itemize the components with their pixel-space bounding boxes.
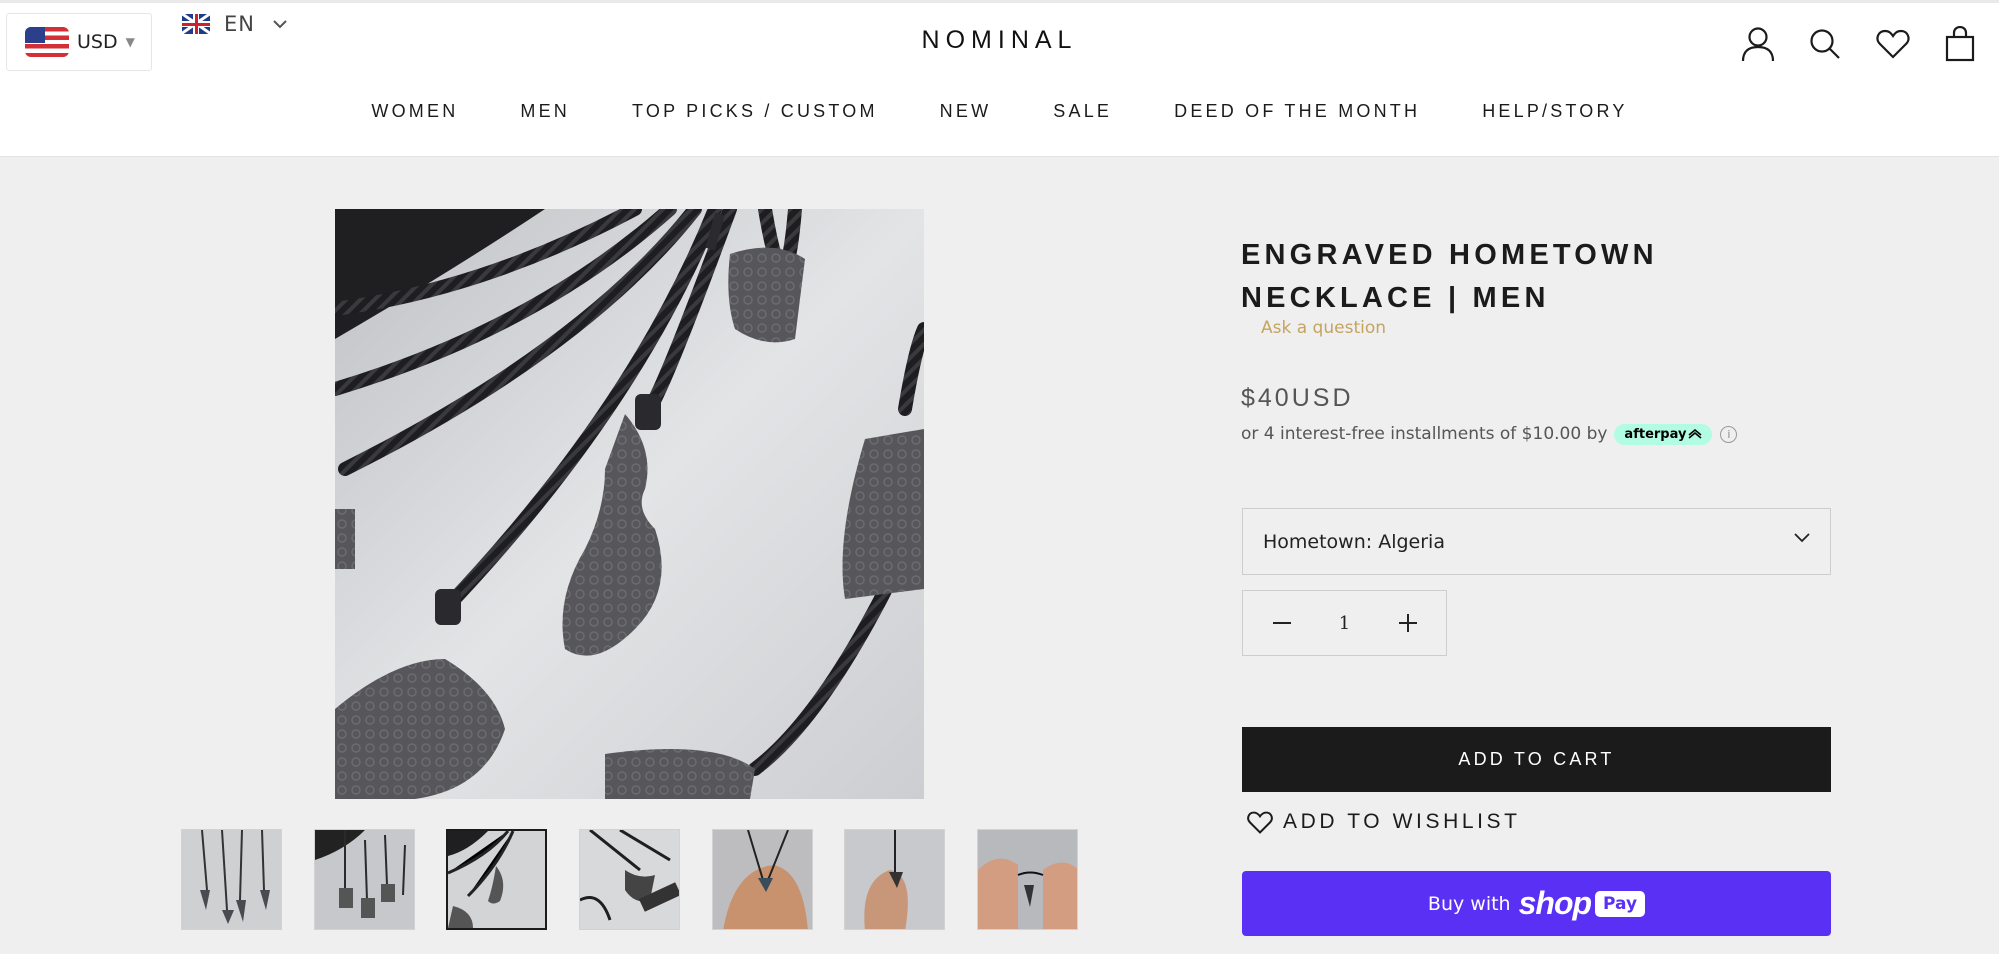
currency-label: USD bbox=[77, 31, 118, 53]
hometown-variant-select[interactable]: Hometown: Algeria bbox=[1242, 508, 1831, 575]
shop-pay-logo-pay: Pay bbox=[1595, 890, 1646, 917]
thumbnail-4[interactable] bbox=[579, 829, 680, 930]
product-title: ENGRAVED HOMETOWN NECKLACE | MEN bbox=[1241, 234, 1761, 320]
language-label: EN bbox=[224, 12, 255, 36]
language-selector[interactable]: EN bbox=[182, 10, 287, 38]
shop-pay-button[interactable]: Buy with shop Pay bbox=[1242, 871, 1831, 936]
add-to-wishlist-button[interactable]: ADD TO WISHLIST bbox=[1247, 810, 1521, 834]
shop-pay-logo-shop: shop bbox=[1518, 885, 1592, 921]
quantity-value[interactable]: 1 bbox=[1320, 613, 1369, 634]
product-title-line-1: ENGRAVED HOMETOWN bbox=[1241, 239, 1658, 271]
afterpay-logo-label: afterpay bbox=[1624, 426, 1687, 442]
account-icon[interactable] bbox=[1738, 24, 1778, 64]
installments-text: or 4 interest-free installments of $10.0… bbox=[1241, 424, 1608, 444]
nav-item-sale[interactable]: SALE bbox=[1053, 101, 1112, 122]
add-to-cart-button[interactable]: ADD TO CART bbox=[1242, 727, 1831, 792]
uk-flag-icon bbox=[182, 14, 210, 34]
buy-with-label: Buy with bbox=[1427, 892, 1511, 915]
chevron-down-icon: ▼ bbox=[125, 35, 135, 49]
quantity-increase-button[interactable] bbox=[1369, 591, 1446, 655]
add-to-wishlist-label: ADD TO WISHLIST bbox=[1283, 810, 1521, 833]
product-title-line-2: NECKLACE | MEN bbox=[1241, 282, 1550, 314]
main-navigation: WOMEN MEN TOP PICKS / CUSTOM NEW SALE DE… bbox=[0, 101, 1999, 122]
top-border bbox=[0, 0, 1999, 3]
minus-icon bbox=[1272, 622, 1291, 624]
variant-select-value: Hometown: Algeria bbox=[1263, 530, 1445, 553]
chevron-down-icon bbox=[273, 20, 287, 29]
thumbnail-3[interactable] bbox=[446, 829, 547, 930]
thumbnail-5[interactable] bbox=[712, 829, 813, 930]
ask-a-question-link[interactable]: Ask a question bbox=[1261, 318, 1386, 338]
nav-item-help-story[interactable]: HELP/STORY bbox=[1482, 101, 1627, 122]
search-icon[interactable] bbox=[1805, 24, 1845, 64]
us-flag-icon bbox=[25, 27, 69, 57]
thumbnail-1[interactable] bbox=[181, 829, 282, 930]
product-price: $40USD bbox=[1241, 384, 1354, 412]
quantity-stepper: 1 bbox=[1242, 590, 1447, 656]
chevron-down-icon bbox=[1794, 533, 1810, 543]
nav-item-men[interactable]: MEN bbox=[520, 101, 570, 122]
nav-item-deed-of-the-month[interactable]: DEED OF THE MONTH bbox=[1174, 101, 1420, 122]
thumbnail-2[interactable] bbox=[314, 829, 415, 930]
afterpay-badge[interactable]: afterpay bbox=[1614, 423, 1713, 445]
afterpay-installments: or 4 interest-free installments of $10.0… bbox=[1241, 422, 1738, 446]
heart-outline-icon bbox=[1247, 811, 1273, 834]
logo-container: NOMINAL bbox=[0, 26, 1999, 55]
thumbnail-7[interactable] bbox=[977, 829, 1078, 930]
nav-item-top-picks-custom[interactable]: TOP PICKS / CUSTOM bbox=[632, 101, 878, 122]
quantity-decrease-button[interactable] bbox=[1243, 591, 1320, 655]
main-product-image[interactable] bbox=[335, 209, 924, 799]
thumbnail-6[interactable] bbox=[844, 829, 945, 930]
nav-item-women[interactable]: WOMEN bbox=[371, 101, 458, 122]
wishlist-heart-icon[interactable] bbox=[1873, 24, 1913, 64]
cart-bag-icon[interactable] bbox=[1940, 24, 1980, 64]
info-icon[interactable]: i bbox=[1720, 425, 1738, 443]
plus-icon bbox=[1398, 614, 1417, 632]
site-logo[interactable]: NOMINAL bbox=[922, 26, 1078, 54]
afterpay-arrows-icon bbox=[1688, 429, 1702, 439]
nav-item-new[interactable]: NEW bbox=[940, 101, 992, 122]
site-header: USD ▼ EN NOMINAL WOMEN MEN TOP PICKS / C… bbox=[0, 0, 1999, 157]
currency-selector[interactable]: USD ▼ bbox=[6, 13, 152, 71]
